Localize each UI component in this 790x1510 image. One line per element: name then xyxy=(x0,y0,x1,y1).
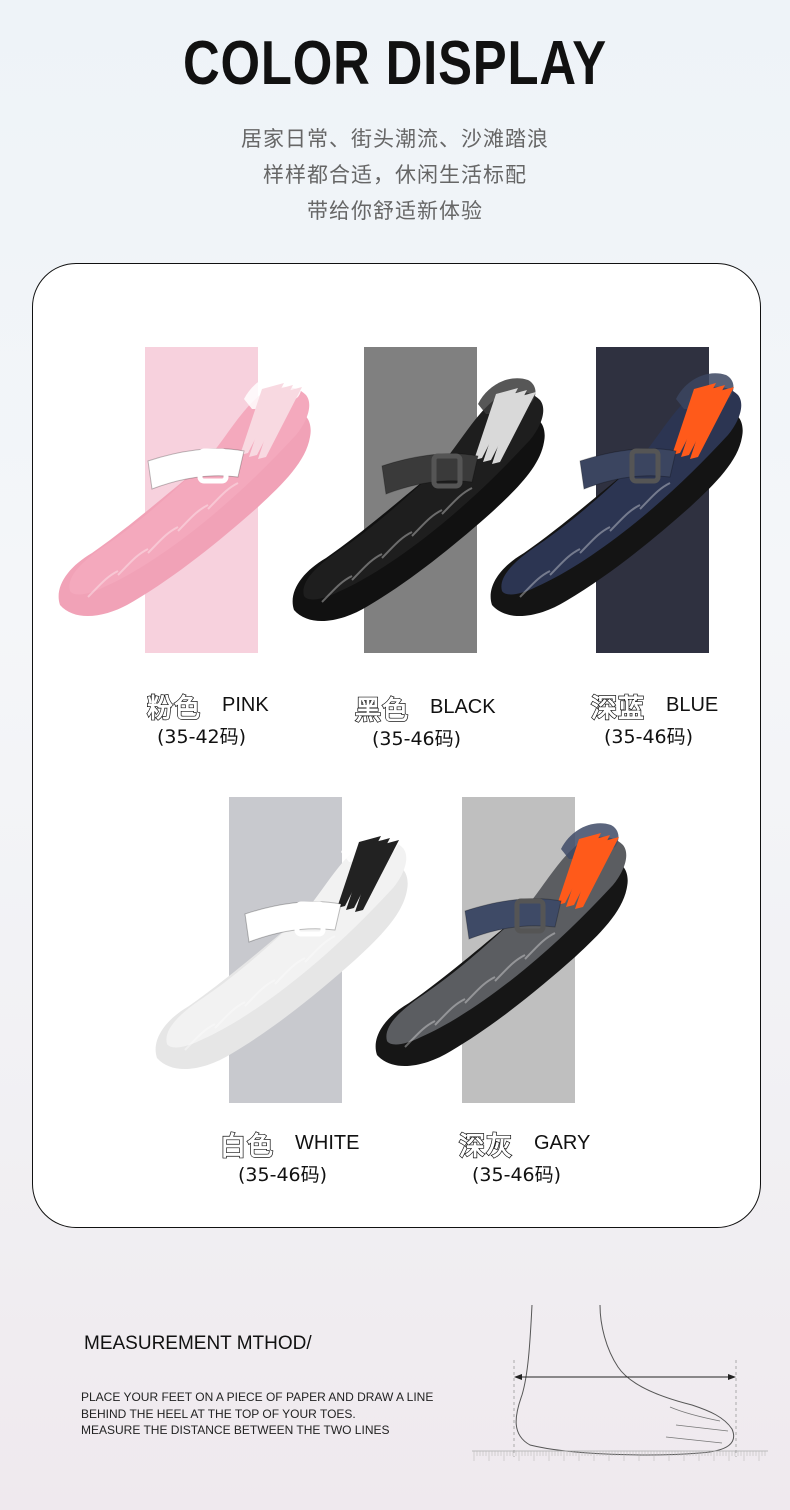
measurement-line-1: PLACE YOUR FEET ON A PIECE OF PAPER AND … xyxy=(81,1390,434,1404)
foot-outline xyxy=(515,1305,734,1456)
color-name-cn: 深蓝 xyxy=(590,693,646,724)
color-name-en: BLUE xyxy=(666,694,719,716)
toe-lines xyxy=(665,1406,729,1444)
color-name-en: GARY xyxy=(534,1132,591,1154)
foot-measure-illustration xyxy=(472,1305,768,1461)
color-name-cn: 白色 xyxy=(219,1131,275,1162)
color-name-cn: 黑色 xyxy=(354,695,410,726)
tagline-1: 居家日常、街头潮流、沙滩踏浪 xyxy=(241,127,549,151)
measurement-title: MEASUREMENT MTHOD/ xyxy=(84,1333,312,1354)
shoe-pink xyxy=(58,373,311,617)
size-range: (35-46码) xyxy=(604,726,694,748)
color-name-en: WHITE xyxy=(295,1132,360,1154)
shoe-gray xyxy=(375,823,628,1067)
arrow-left-icon xyxy=(514,1374,522,1380)
measurement-line-3: MEASURE THE DISTANCE BETWEEN THE TWO LIN… xyxy=(81,1423,390,1437)
color-name-en: PINK xyxy=(222,694,269,716)
size-range: (35-46码) xyxy=(238,1164,328,1186)
color-name-cn: 深灰 xyxy=(458,1131,514,1162)
size-range: (35-46码) xyxy=(372,728,462,750)
shoe-blue xyxy=(490,373,743,617)
tagline-2: 样样都合适，休闲生活标配 xyxy=(263,163,527,187)
tagline-3: 带给你舒适新体验 xyxy=(307,199,483,223)
size-range: (35-46码) xyxy=(472,1164,562,1186)
color-name-cn: 粉色 xyxy=(146,693,202,724)
measurement-line-2: BEHIND THE HEEL AT THE TOP OF YOUR TOES. xyxy=(81,1407,356,1421)
arrow-right-icon xyxy=(728,1374,736,1380)
ruler xyxy=(472,1450,768,1461)
size-range: (35-42码) xyxy=(157,726,247,748)
color-name-en: BLACK xyxy=(430,696,496,718)
page-title: COLOR DISPLAY xyxy=(182,29,608,98)
